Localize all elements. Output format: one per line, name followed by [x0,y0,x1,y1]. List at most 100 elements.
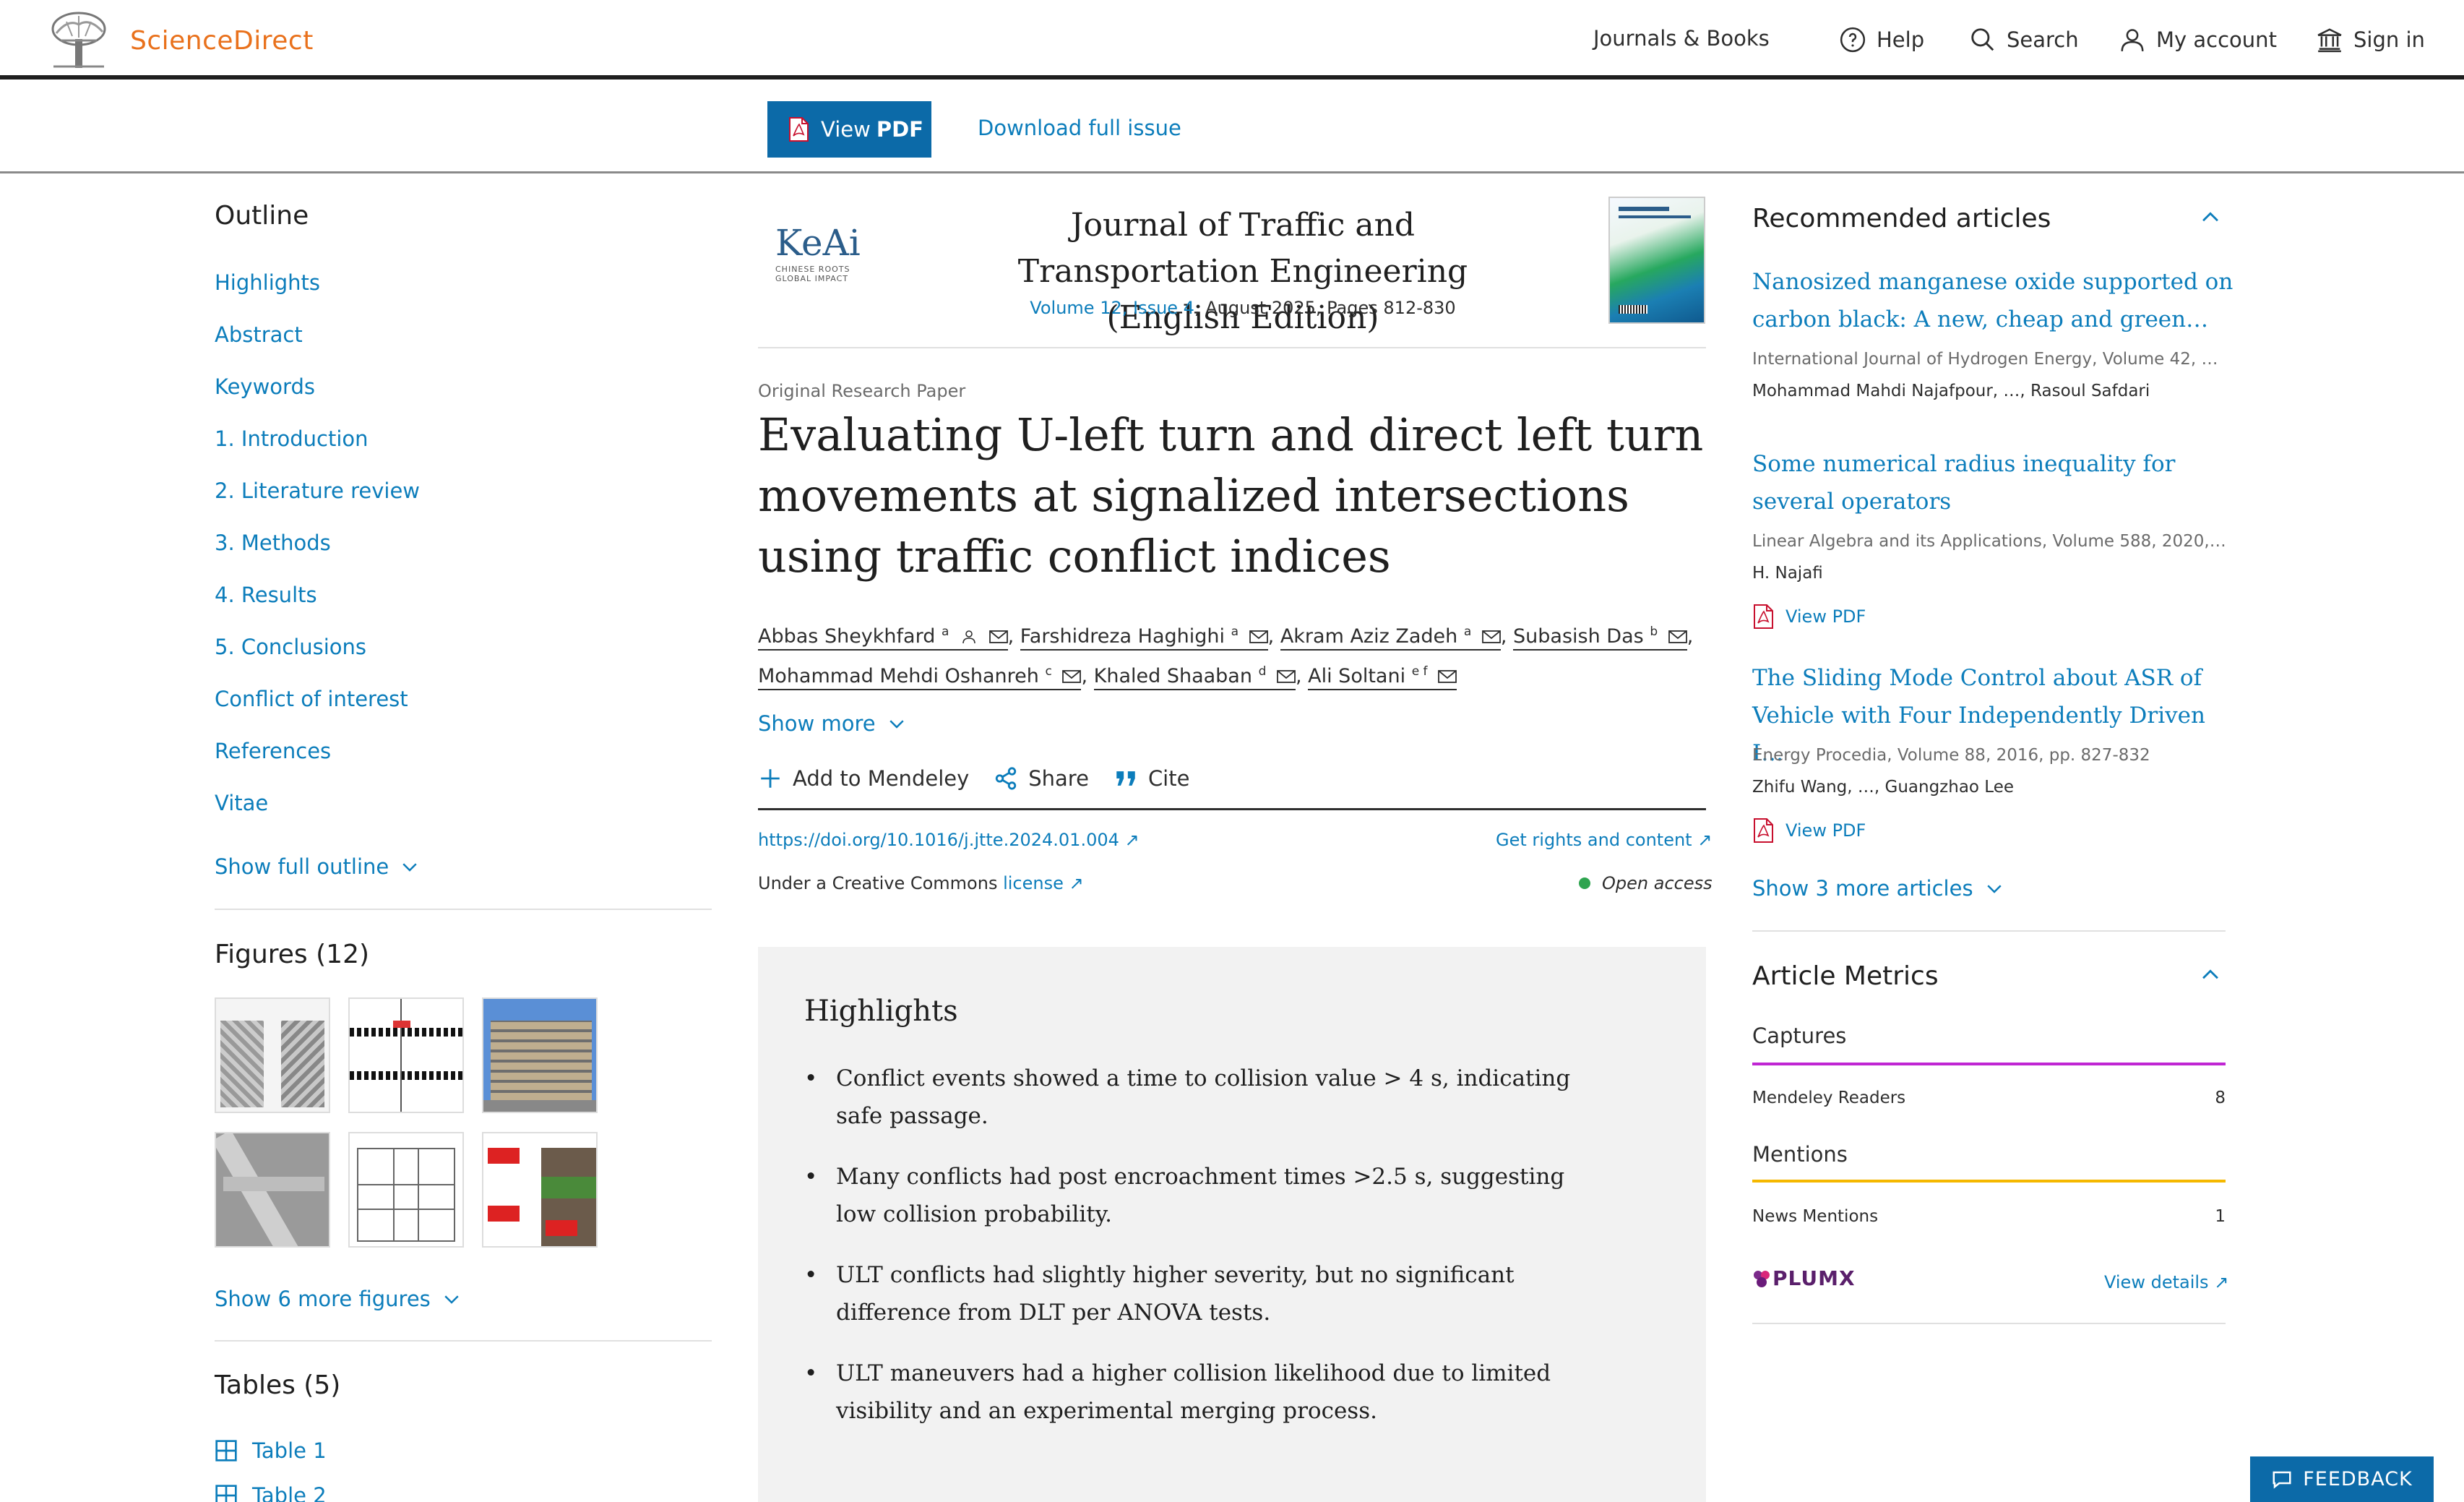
nav-help[interactable]: Help [1839,26,1924,53]
outline-item-highlights[interactable]: Highlights [215,270,320,295]
nav-my-account-label: My account [2156,27,2277,52]
outline-item-methods[interactable]: 3. Methods [215,531,331,555]
outline-item-abstract[interactable]: Abstract [215,322,303,347]
journal-cover-image[interactable] [1608,197,1705,324]
show-full-outline-label: Show full outline [215,854,389,879]
feedback-button[interactable]: FEEDBACK [2250,1456,2434,1502]
table-icon [215,1440,237,1462]
highlight-item: Many conflicts had post encroachment tim… [804,1158,1599,1233]
plumx-label: PLUMX [1772,1266,1856,1290]
nav-journals-books[interactable]: Journals & Books [1593,26,1770,51]
figure-thumbnail-1[interactable] [215,997,330,1113]
volume-issue-link[interactable]: Volume 12, Issue 4 [1030,298,1194,318]
recommended-view-pdf-link[interactable]: View PDF [1752,604,1866,629]
chevron-up-icon[interactable] [2198,963,2223,987]
plumx-logo[interactable]: PLUMX [1752,1266,1856,1290]
divider [1752,930,2226,932]
quote-icon [1116,771,1135,786]
view-details-link[interactable]: View details ↗ [2104,1272,2228,1292]
cite-button[interactable]: Cite [1113,766,1189,791]
author-link[interactable]: Abbas Sheykhfard a [758,625,1008,651]
outline-item-conflict-of-interest[interactable]: Conflict of interest [215,687,408,711]
plumx-icon [1754,1270,1770,1287]
outline-item-vitae[interactable]: Vitae [215,791,268,815]
author-link[interactable]: Mohammad Mehdi Oshanreh c [758,664,1082,690]
help-icon [1840,27,1866,53]
figures-title: Figures (12) [215,940,370,969]
mendeley-readers-value: 8 [2215,1089,2226,1107]
tables-title: Tables (5) [215,1370,341,1400]
view-pdf-button[interactable]: View PDF [767,101,931,158]
recommended-article-authors: Mohammad Mahdi Najafpour, …, Rasoul Safd… [1752,382,2150,400]
keai-logo-text: KeAi [775,222,861,264]
envelope-icon [1668,630,1687,643]
recommended-article-authors: Zhifu Wang, …, Guangzhao Lee [1752,778,2015,797]
outline-item-introduction[interactable]: 1. Introduction [215,426,369,451]
view-pdf-label: View PDF [1785,820,1866,841]
divider [1752,1323,2226,1324]
figure-thumbnail-4[interactable] [215,1132,330,1248]
figure-thumbnail-5[interactable] [348,1132,464,1248]
author-link[interactable]: Ali Soltani e f [1308,664,1457,690]
author-link[interactable]: Khaled Shaaban d [1093,664,1296,690]
share-icon [996,767,1017,790]
nav-my-account[interactable]: My account [2119,26,2277,53]
article-action-bar: View PDF Download full issue [0,84,2464,173]
outline-item-keywords[interactable]: Keywords [215,374,315,399]
author-link[interactable]: Farshidreza Haghighi a [1020,625,1268,651]
show-more-authors-button[interactable]: Show more [758,711,908,736]
recommended-view-pdf-link[interactable]: View PDF [1752,818,1866,843]
open-access-dot-icon [1579,877,1590,889]
journal-title-link[interactable]: Journal of Traffic and Transportation En… [954,202,1532,341]
share-button[interactable]: Share [994,766,1089,791]
outline-item-references[interactable]: References [215,739,331,763]
chevron-up-icon[interactable] [2198,205,2223,230]
recommended-article-title[interactable]: Some numerical radius inequality for sev… [1752,445,2244,520]
view-pdf-label: View PDF [1785,606,1866,627]
site-header: ScienceDirect Journals & Books Help Sear… [0,0,2464,80]
table-link-2[interactable]: Table 2 [215,1483,327,1502]
volume-date-pages: , August 2025, Pages 812-830 [1194,298,1456,318]
outline-item-literature-review[interactable]: 2. Literature review [215,479,420,503]
figure-thumbnail-2[interactable] [348,997,464,1113]
show-more-articles-button[interactable]: Show 3 more articles [1752,876,2005,901]
article-type: Original Research Paper [758,381,966,401]
institution-icon [2317,28,2342,53]
figure-thumbnail-3[interactable] [482,997,598,1113]
license-text: license [1003,873,1064,893]
mendeley-readers-label: Mendeley Readers [1752,1089,1906,1107]
author-name: Mohammad Mehdi Oshanreh [758,665,1039,687]
mentions-label: Mentions [1752,1142,1848,1167]
highlight-item: ULT conflicts had slightly higher severi… [804,1256,1599,1331]
creative-commons-notice: Under a Creative Commons license ↗ [758,873,1084,893]
author-link[interactable]: Akram Aziz Zadeh a [1280,625,1501,651]
view-pdf-prefix: View [821,117,871,142]
show-full-outline-button[interactable]: Show full outline [215,854,421,879]
recommended-article-title[interactable]: Nanosized manganese oxide supported on c… [1752,263,2244,338]
sciencedirect-logo[interactable]: ScienceDirect [46,12,314,69]
external-link-icon: ↗ [1697,830,1713,850]
show-more-articles-label: Show 3 more articles [1752,876,1973,901]
author-link[interactable]: Subasish Das b [1513,625,1687,651]
nav-sign-in[interactable]: Sign in [2316,26,2425,53]
cc-prefix: Under a Creative Commons [758,873,998,893]
table-link-1[interactable]: Table 1 [215,1438,327,1463]
author-name: Ali Soltani [1308,665,1406,687]
keai-tagline-2: GLOBAL IMPACT [775,274,849,283]
nav-search[interactable]: Search [1969,26,2079,53]
figure-thumbnail-6[interactable] [482,1132,598,1248]
highlights-title: Highlights [804,995,958,1028]
external-link-icon: ↗ [1124,830,1140,850]
outline-item-conclusions[interactable]: 5. Conclusions [215,635,366,659]
pdf-icon [1754,604,1773,629]
nav-help-label: Help [1877,27,1925,52]
license-link[interactable]: license ↗ [1003,873,1084,893]
show-more-figures-button[interactable]: Show 6 more figures [215,1287,462,1311]
show-more-label: Show more [758,711,876,736]
keai-publisher-logo[interactable]: KeAi CHINESE ROOTS GLOBAL IMPACT [775,224,861,283]
rights-content-link[interactable]: Get rights and content ↗ [1496,830,1712,850]
outline-item-results[interactable]: 4. Results [215,583,317,607]
download-full-issue-link[interactable]: Download full issue [978,116,1181,140]
doi-link[interactable]: https://doi.org/10.1016/j.jtte.2024.01.0… [758,830,1140,850]
add-to-mendeley-button[interactable]: Add to Mendeley [758,766,969,791]
